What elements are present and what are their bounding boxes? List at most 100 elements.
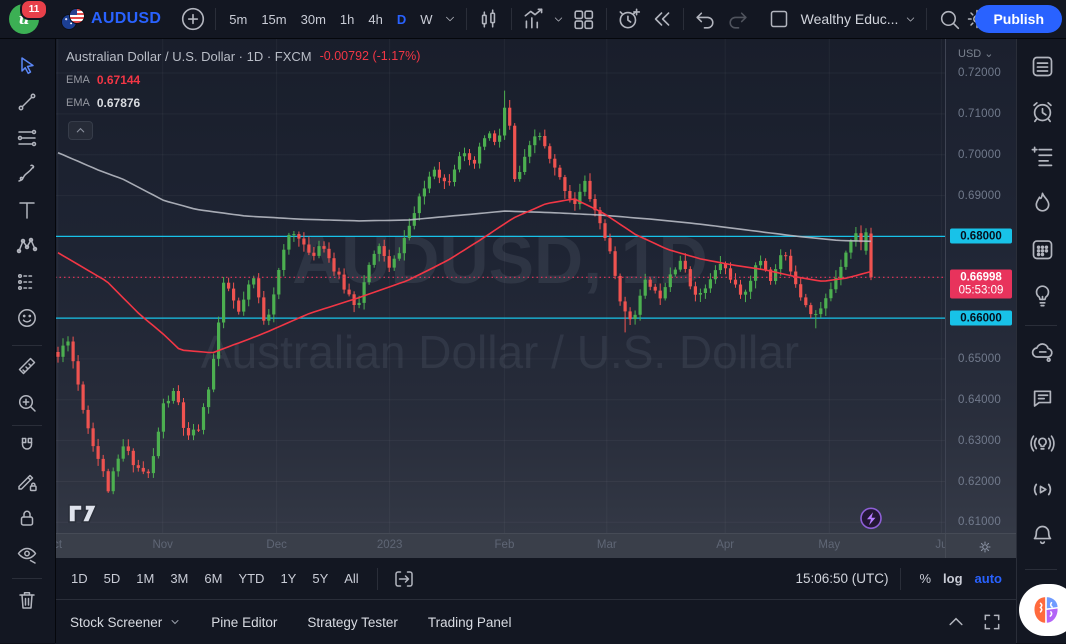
watchlist-panel-button[interactable] <box>1028 52 1056 80</box>
price-level-label[interactable]: 0.68000 <box>950 228 1012 244</box>
quick-search-button[interactable] <box>933 4 965 34</box>
legend-collapse-button[interactable] <box>68 121 93 140</box>
last-price-label: 0.66998 05:53:09 <box>950 269 1012 299</box>
time-axis[interactable]: ct Nov Dec 2023 Feb Mar Apr May Ju <box>55 533 945 559</box>
cursor-tool[interactable] <box>13 52 41 80</box>
templates-button[interactable] <box>568 4 600 34</box>
toolbar-divider <box>926 8 928 30</box>
alerts-panel-button[interactable] <box>1028 97 1056 125</box>
range-5y[interactable]: 5Y <box>304 567 336 590</box>
lock-all-drawings-tool[interactable] <box>13 504 41 532</box>
price-tick: 0.65000 <box>958 352 1001 365</box>
timeframe-menu-button[interactable] <box>440 4 460 34</box>
chat-panel-button[interactable] <box>1028 383 1056 411</box>
remove-drawings-tool[interactable] <box>13 586 41 614</box>
live-play-icon <box>1033 483 1051 495</box>
indicators-menu-button[interactable] <box>550 4 568 34</box>
smiley-icon <box>18 309 36 327</box>
layout-menu-button[interactable] <box>900 4 920 34</box>
timeframe-1h[interactable]: 1h <box>333 5 361 33</box>
auto-scale-button[interactable]: auto <box>969 568 1008 589</box>
price-axis-currency[interactable]: USD ⌄ <box>958 47 994 60</box>
timeframe-15m[interactable]: 15m <box>254 5 293 33</box>
magnet-tool[interactable] <box>13 432 41 460</box>
create-alert-button[interactable] <box>613 4 645 34</box>
range-1m[interactable]: 1M <box>128 567 162 590</box>
bar-replay-button[interactable] <box>645 4 677 34</box>
trend-line-icon <box>18 93 36 111</box>
forecast-tool[interactable] <box>13 268 41 296</box>
range-1d[interactable]: 1D <box>63 567 96 590</box>
right-sidebar <box>1016 38 1066 643</box>
layout-select-button[interactable] <box>763 4 795 34</box>
layout-name[interactable]: Wealthy Educ... <box>801 11 899 27</box>
ideas-streams-panel-button[interactable] <box>1028 429 1056 457</box>
toolbar-divider <box>376 567 378 590</box>
panel-item-strategy-tester[interactable]: Strategy Tester <box>307 615 398 630</box>
symbol-add-button[interactable] <box>177 4 209 34</box>
toolbar-divider <box>510 8 512 30</box>
notes-panel-button[interactable] <box>1028 143 1056 171</box>
watermark-line2: Australian Dollar / U.S. Dollar <box>201 326 799 378</box>
expand-panel-button[interactable] <box>946 612 966 632</box>
assistant-bubble[interactable] <box>1019 584 1066 636</box>
indicators-button[interactable] <box>518 4 550 34</box>
price-level-label[interactable]: 0.66000 <box>950 310 1012 326</box>
fullscreen-button[interactable] <box>982 612 1002 632</box>
hotlists-panel-button[interactable] <box>1028 189 1056 217</box>
range-ytd[interactable]: YTD <box>230 567 272 590</box>
panel-item-trading-panel[interactable]: Trading Panel <box>428 615 512 630</box>
range-6m[interactable]: 6M <box>196 567 230 590</box>
timeframe-5m[interactable]: 5m <box>222 5 254 33</box>
drawing-toolbar <box>0 38 56 643</box>
time-tick: May <box>818 539 841 551</box>
fib-retracement-tool[interactable] <box>13 124 41 152</box>
timeframe-D[interactable]: D <box>390 5 413 33</box>
clock[interactable]: 15:06:50 (UTC) <box>795 571 888 586</box>
percent-scale-button[interactable]: % <box>913 568 937 589</box>
trend-line-tool[interactable] <box>13 88 41 116</box>
timeframe-30m[interactable]: 30m <box>294 5 333 33</box>
price-axis[interactable]: USD ⌄ 0.72000 0.71000 0.70000 0.69000 0.6500… <box>945 38 1017 533</box>
undo-button[interactable] <box>690 4 722 34</box>
go-to-date-button[interactable] <box>388 564 420 594</box>
user-avatar[interactable]: u 11 <box>9 0 48 34</box>
notifications-panel-button[interactable] <box>1028 521 1056 549</box>
timeframe-4h[interactable]: 4h <box>361 5 389 33</box>
hide-drawings-tool[interactable] <box>13 540 41 568</box>
go-to-date-icon <box>394 570 413 587</box>
panel-item-pine-editor[interactable]: Pine Editor <box>211 615 277 630</box>
chevron-down-icon <box>906 16 915 22</box>
grid-layout-icon <box>574 9 594 29</box>
text-tool[interactable] <box>13 196 41 224</box>
minds-panel-button[interactable] <box>1028 338 1056 366</box>
timeframe-W[interactable]: W <box>413 5 439 33</box>
panel-bar: Stock Screener Pine Editor Strategy Test… <box>55 599 1016 644</box>
pattern-tool[interactable] <box>13 232 41 260</box>
legend-ema-row[interactable]: EMA 0.67876 <box>66 97 420 109</box>
ruler-icon <box>18 357 36 375</box>
calendar-panel-button[interactable] <box>1028 235 1056 263</box>
ideas-panel-button[interactable] <box>1028 281 1056 309</box>
log-scale-button[interactable]: log <box>937 568 969 589</box>
streams-panel-button[interactable] <box>1028 475 1056 503</box>
range-5d[interactable]: 5D <box>96 567 129 590</box>
publish-button[interactable]: Publish <box>975 5 1062 33</box>
range-1y[interactable]: 1Y <box>272 567 304 590</box>
bell-icon <box>1033 525 1051 544</box>
range-all[interactable]: All <box>336 567 366 590</box>
range-3m[interactable]: 3M <box>162 567 196 590</box>
legend-symbol-row[interactable]: Australian Dollar / U.S. Dollar · 1D · F… <box>66 50 420 63</box>
chart-pane[interactable]: AUDUSD, 1D Australian Dollar / U.S. Dolla… <box>55 38 945 533</box>
redo-button[interactable] <box>722 4 754 34</box>
chart-style-button[interactable] <box>473 4 505 34</box>
flame-icon <box>1034 192 1050 212</box>
zoom-in-tool[interactable] <box>13 389 41 417</box>
measure-tool[interactable] <box>13 352 41 380</box>
emoji-tool[interactable] <box>13 304 41 332</box>
drawing-mode-lock-tool[interactable] <box>13 468 41 496</box>
panel-item-stock-screener[interactable]: Stock Screener <box>70 615 181 630</box>
legend-ema-row[interactable]: EMA 0.67144 <box>66 74 420 86</box>
symbol-button[interactable]: AUDUSD <box>91 10 161 28</box>
brush-tool[interactable] <box>13 160 41 188</box>
